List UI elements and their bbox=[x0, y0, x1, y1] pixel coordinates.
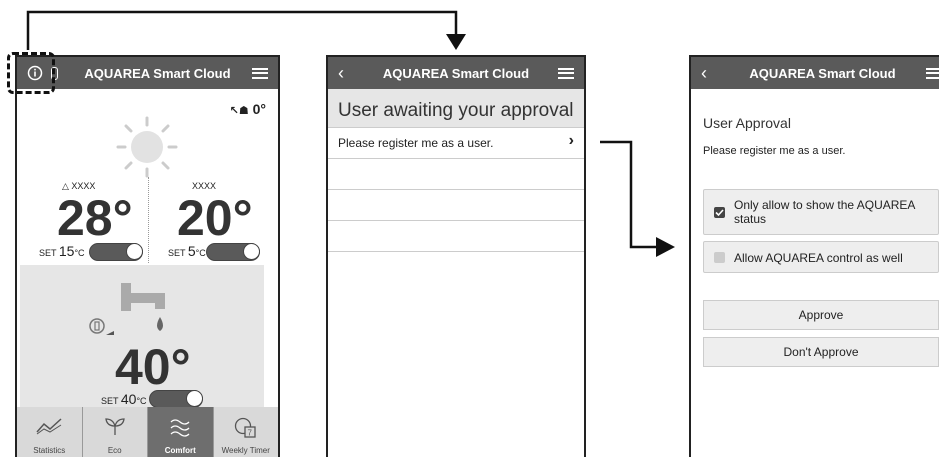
tank-temp: 40° bbox=[115, 339, 191, 395]
highlight-box bbox=[7, 52, 55, 94]
zone1-temp: 28° bbox=[57, 190, 133, 246]
zone-divider bbox=[148, 177, 149, 263]
app-header: ‹ AQUAREA Smart Cloud bbox=[691, 57, 939, 89]
menu-icon[interactable] bbox=[252, 67, 268, 79]
tank-mode-icon bbox=[89, 318, 114, 335]
tank-set: SET 40°C bbox=[101, 391, 147, 407]
tab-bar: Statistics Eco Comfort 7 Weekly Timer bbox=[17, 407, 278, 457]
waves-icon bbox=[170, 419, 190, 437]
tab-weekly-timer[interactable]: 7 Weekly Timer bbox=[213, 407, 278, 457]
house-icon: ↖☗ bbox=[229, 105, 249, 117]
page-title: User Approval bbox=[703, 115, 791, 131]
option-allow-control[interactable]: Allow AQUAREA control as well bbox=[703, 241, 939, 273]
outdoor-temp: ↖☗ 0° bbox=[229, 101, 266, 117]
app-title: AQUAREA Smart Cloud bbox=[749, 65, 896, 81]
checkbox-checked[interactable] bbox=[714, 207, 725, 218]
user-approval-screen: ‹ AQUAREA Smart Cloud User Approval Plea… bbox=[689, 55, 939, 457]
home-screen: AQUAREA Smart Cloud ↖☗ 0° △ XXXX 28° SET… bbox=[15, 55, 280, 457]
leaf-icon bbox=[105, 418, 125, 435]
back-icon[interactable]: ‹ bbox=[338, 63, 344, 84]
app-title: AQUAREA Smart Cloud bbox=[382, 65, 530, 81]
zone1-set: SET 15°C bbox=[39, 243, 85, 259]
app-header: ‹ AQUAREA Smart Cloud bbox=[328, 57, 584, 89]
menu-icon[interactable] bbox=[558, 67, 574, 79]
weekly-timer-icon: 7 bbox=[234, 417, 256, 438]
list-item[interactable]: Please register me as a user. › bbox=[328, 128, 584, 159]
app-title: AQUAREA Smart Cloud bbox=[84, 65, 231, 81]
page-title: User awaiting your approval bbox=[338, 100, 574, 121]
back-icon[interactable]: ‹ bbox=[701, 63, 707, 84]
empty-row bbox=[328, 221, 584, 252]
checkbox-unchecked[interactable] bbox=[714, 252, 725, 263]
zone2-temp: 20° bbox=[177, 190, 253, 246]
empty-row bbox=[328, 159, 584, 190]
zone1-toggle[interactable] bbox=[89, 243, 143, 261]
zone2-set: SET 5°C bbox=[168, 243, 206, 259]
tab-statistics[interactable]: Statistics bbox=[17, 407, 83, 457]
request-message: Please register me as a user. bbox=[703, 145, 846, 157]
tab-eco[interactable]: Eco bbox=[82, 407, 148, 457]
chart-line-icon bbox=[36, 418, 62, 435]
svg-text:7: 7 bbox=[247, 429, 252, 438]
menu-icon[interactable] bbox=[926, 67, 939, 79]
tab-comfort[interactable]: Comfort bbox=[148, 407, 214, 457]
sun-icon bbox=[116, 116, 178, 178]
approval-list-screen: ‹ AQUAREA Smart Cloud User awaiting your… bbox=[326, 55, 586, 457]
chevron-right-icon: › bbox=[568, 132, 574, 149]
option-status-only[interactable]: Only allow to show the AQUAREA status bbox=[703, 189, 939, 235]
faucet-icon bbox=[121, 283, 165, 331]
empty-row bbox=[328, 190, 584, 221]
approve-button[interactable]: Approve bbox=[703, 300, 939, 330]
dont-approve-button[interactable]: Don't Approve bbox=[703, 337, 939, 367]
page-title-row: User awaiting your approval bbox=[328, 89, 584, 128]
app-header: AQUAREA Smart Cloud bbox=[17, 57, 278, 89]
zone2-toggle[interactable] bbox=[206, 243, 260, 261]
tank-toggle[interactable] bbox=[149, 390, 203, 408]
